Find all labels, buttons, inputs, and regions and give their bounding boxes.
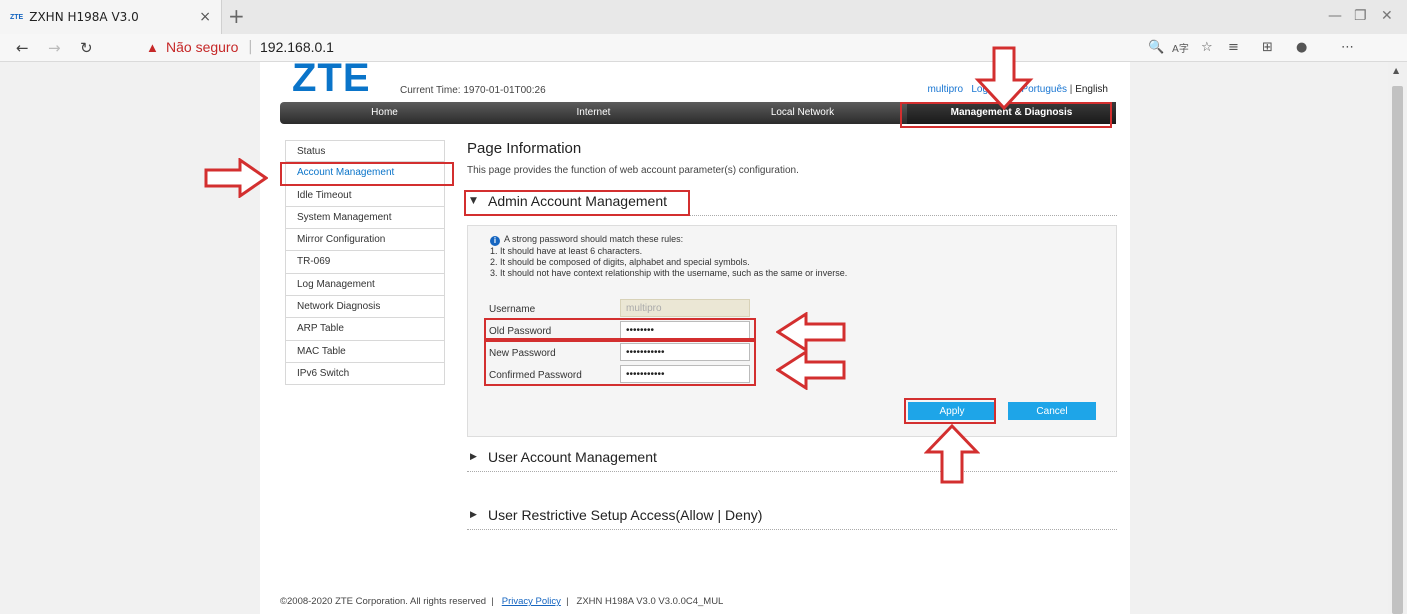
username-link: multipro xyxy=(927,84,964,95)
zoom-icon[interactable]: 🔍 xyxy=(1148,40,1164,55)
sidebar-item-system-management[interactable]: System Management xyxy=(285,206,445,230)
profile-avatar-icon[interactable]: ● xyxy=(1296,40,1307,55)
old-password-input[interactable] xyxy=(620,321,750,339)
restrict-section-title: User Restrictive Setup Access(Allow | De… xyxy=(488,507,763,523)
sidebar-item-idle-timeout[interactable]: Idle Timeout xyxy=(285,184,445,207)
top-links: multipro Logout Português | English xyxy=(927,84,1108,95)
lang-en-link[interactable]: English xyxy=(1075,84,1108,95)
tab-title: ZXHN H198A V3.0 xyxy=(29,10,139,24)
minimize-icon[interactable]: — xyxy=(1328,8,1342,24)
zte-favicon-icon: ZTE xyxy=(10,13,24,21)
browser-tab[interactable]: ZTE ZXHN H198A V3.0 × xyxy=(0,0,222,34)
model-version: ZXHN H198A V3.0 V3.0.0C4_MUL xyxy=(576,596,724,607)
confirm-password-label: Confirmed Password xyxy=(489,370,582,381)
page-description: This page provides the function of web a… xyxy=(467,165,799,176)
copyright: ©2008-2020 ZTE Corporation. All rights r… xyxy=(280,596,487,607)
current-time: Current Time: 1970-01-01T00:26 xyxy=(400,85,546,96)
nav-internet[interactable]: Internet xyxy=(489,102,698,124)
page-title: Page Information xyxy=(467,140,582,157)
warning-icon[interactable]: ▲ xyxy=(146,40,159,55)
cancel-button[interactable]: Cancel xyxy=(1008,402,1096,420)
main-nav: Home Internet Local Network Management &… xyxy=(280,102,1116,124)
nav-management-diagnosis[interactable]: Management & Diagnosis xyxy=(907,102,1116,124)
tab-close-icon[interactable]: × xyxy=(199,9,211,25)
confirm-password-input[interactable] xyxy=(620,365,750,383)
url-input[interactable]: 192.168.0.1 xyxy=(260,39,334,55)
sidebar-item-status[interactable]: Status xyxy=(285,140,445,163)
sidebar-item-ipv6-switch[interactable]: IPv6 Switch xyxy=(285,362,445,386)
router-frame: ZTE Current Time: 1970-01-01T00:26 multi… xyxy=(260,56,1130,614)
nav-home[interactable]: Home xyxy=(280,102,489,124)
expanded-triangle-icon: ▼ xyxy=(470,196,477,206)
privacy-policy-link[interactable]: Privacy Policy xyxy=(502,596,561,607)
admin-section-header[interactable]: ▼ Admin Account Management xyxy=(467,190,1117,216)
favorites-list-icon[interactable]: ≡ xyxy=(1228,40,1239,55)
sidebar-item-arp-table[interactable]: ARP Table xyxy=(285,318,445,341)
username-input xyxy=(620,299,750,317)
close-window-icon[interactable]: ✕ xyxy=(1381,8,1393,24)
address-bar: ← → ↻ ▲ Não seguro | 192.168.0.1 🔍 A字 ☆ … xyxy=(0,34,1407,62)
admin-section-title: Admin Account Management xyxy=(488,193,667,209)
sidebar-item-account-management[interactable]: Account Management xyxy=(285,162,445,185)
translate-icon[interactable]: A字 xyxy=(1172,40,1189,55)
lang-sep: | xyxy=(1069,84,1073,95)
address-separator: | xyxy=(248,39,253,55)
restore-icon[interactable]: ❐ xyxy=(1354,8,1367,24)
sidebar-item-mac-table[interactable]: MAC Table xyxy=(285,340,445,363)
sidebar: Status Account Management Idle Timeout S… xyxy=(285,140,445,386)
page-viewport: ZTE Current Time: 1970-01-01T00:26 multi… xyxy=(0,56,1388,614)
scrollbar[interactable]: ▲ xyxy=(1388,62,1407,614)
collapsed-triangle-icon: ▶ xyxy=(470,452,477,462)
sidebar-item-mirror-configuration[interactable]: Mirror Configuration xyxy=(285,229,445,252)
back-icon[interactable]: ← xyxy=(16,39,29,57)
collections-icon[interactable]: ⊞ xyxy=(1262,40,1273,55)
scrollbar-thumb[interactable] xyxy=(1392,86,1403,614)
favorite-star-icon[interactable]: ☆ xyxy=(1201,40,1213,55)
rule-2: 2. It should be composed of digits, alph… xyxy=(490,257,750,267)
new-password-label: New Password xyxy=(489,348,556,359)
rules-intro: A strong password should match these rul… xyxy=(504,234,684,244)
new-tab-icon[interactable]: + xyxy=(228,6,245,26)
sidebar-item-log-management[interactable]: Log Management xyxy=(285,273,445,297)
old-password-label: Old Password xyxy=(489,326,552,337)
user-section-header[interactable]: ▶ User Account Management xyxy=(467,446,1117,472)
security-label[interactable]: Não seguro xyxy=(166,39,238,55)
browser-tabbar: ZTE ZXHN H198A V3.0 × + — ❐ ✕ xyxy=(0,0,1407,34)
footer: ©2008-2020 ZTE Corporation. All rights r… xyxy=(280,596,723,607)
user-section-title: User Account Management xyxy=(488,449,657,465)
refresh-icon[interactable]: ↻ xyxy=(80,39,93,57)
rule-1: 1. It should have at least 6 characters. xyxy=(490,246,643,256)
new-password-input[interactable] xyxy=(620,343,750,361)
password-rules: i A strong password should match these ru… xyxy=(490,234,847,279)
nav-local-network[interactable]: Local Network xyxy=(698,102,907,124)
scroll-up-icon[interactable]: ▲ xyxy=(1393,66,1399,75)
more-menu-icon[interactable]: ⋯ xyxy=(1341,40,1354,55)
logout-link[interactable]: Logout xyxy=(971,84,1002,95)
lang-pt-link[interactable]: Português xyxy=(1021,84,1067,95)
collapsed-triangle-icon: ▶ xyxy=(470,510,477,520)
zte-logo: ZTE xyxy=(292,56,371,100)
rule-3: 3. It should not have context relationsh… xyxy=(490,268,848,278)
restrict-section-header[interactable]: ▶ User Restrictive Setup Access(Allow | … xyxy=(467,504,1117,530)
username-label: Username xyxy=(489,304,536,315)
info-icon: i xyxy=(490,236,500,246)
forward-icon[interactable]: → xyxy=(48,39,61,57)
footer-sep: | xyxy=(491,596,494,607)
apply-button[interactable]: Apply xyxy=(908,402,996,420)
sidebar-item-tr069[interactable]: TR-069 xyxy=(285,251,445,274)
admin-form-panel: i A strong password should match these ru… xyxy=(467,225,1117,437)
sidebar-item-network-diagnosis[interactable]: Network Diagnosis xyxy=(285,296,445,319)
footer-sep: | xyxy=(566,596,569,607)
